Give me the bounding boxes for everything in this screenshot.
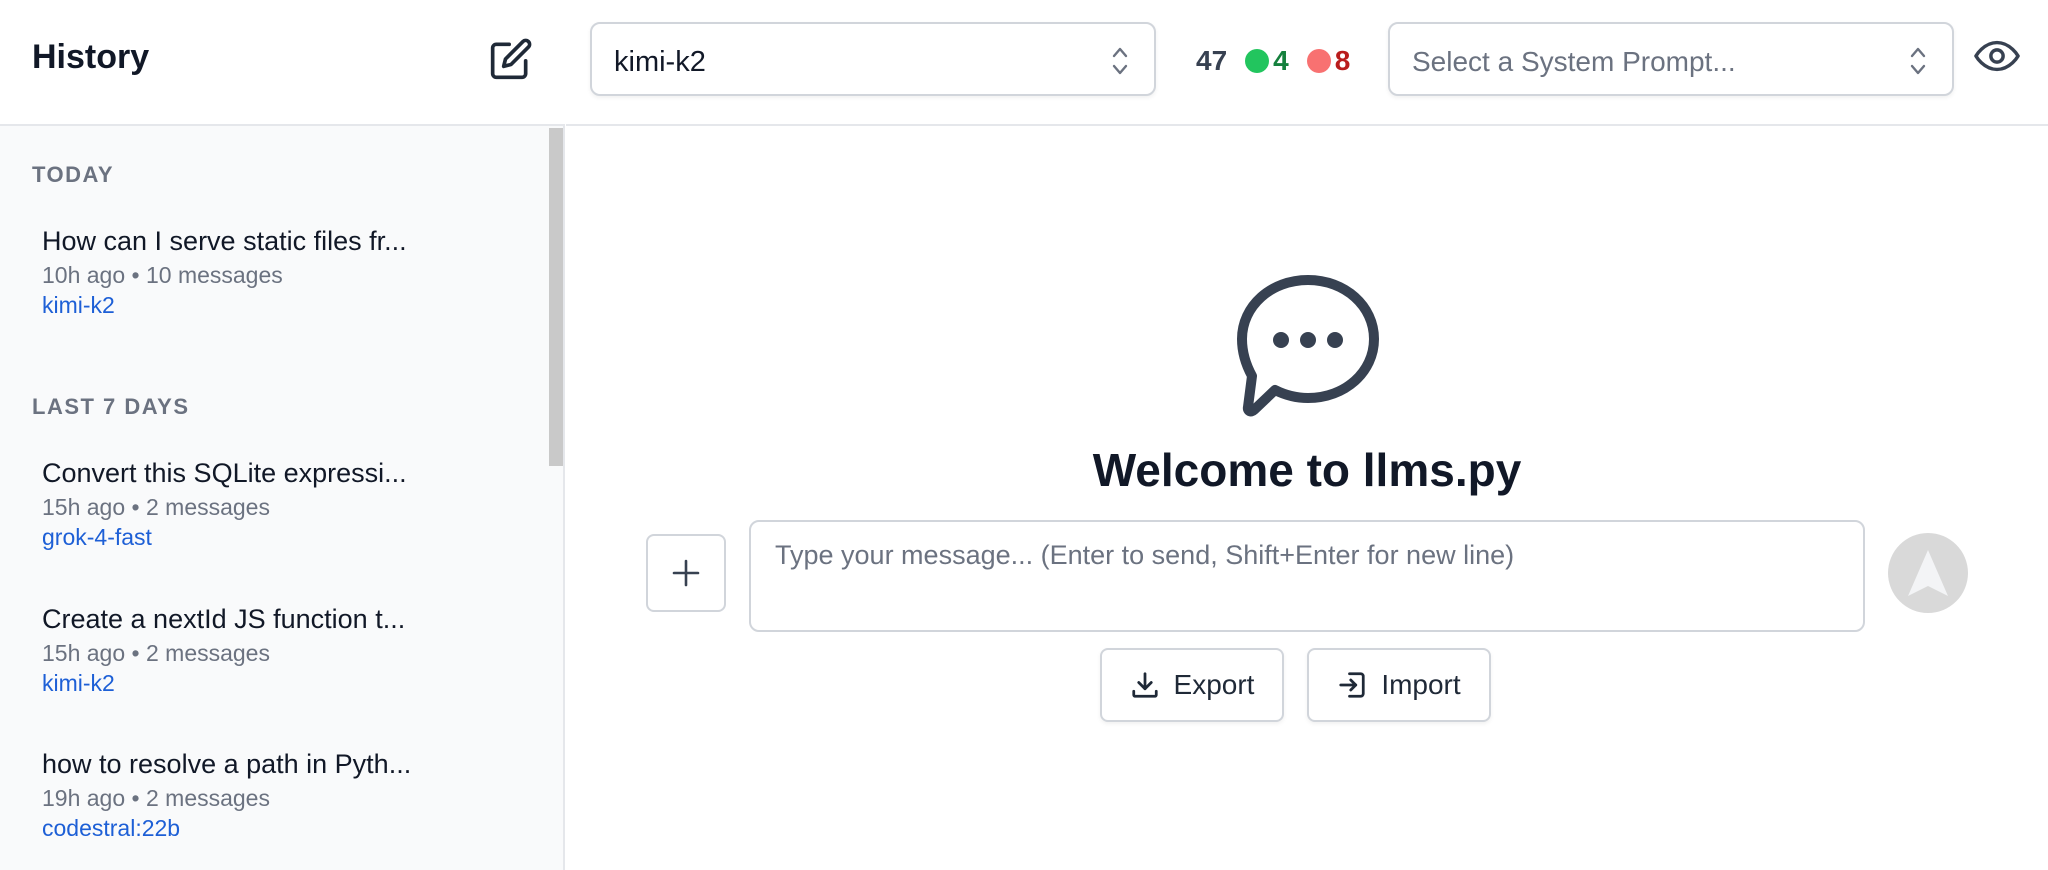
thread-list[interactable]: TODAY How can I serve static files fr...… (0, 128, 563, 870)
usage-stats: 47 4 8 (1196, 44, 1350, 78)
thread-title: Convert this SQLite expressi... (42, 458, 407, 488)
attach-button[interactable] (646, 534, 726, 612)
send-button[interactable] (1888, 533, 1968, 613)
thread-title: Create a nextId JS function t... (42, 604, 406, 634)
edit-icon (490, 38, 532, 80)
plus-icon (672, 559, 700, 587)
chat-bubble-icon (1237, 275, 1379, 417)
model-select-value: kimi-k2 (614, 46, 706, 78)
thread-meta: 10h ago • 10 messages (42, 262, 283, 288)
thread-title: How can I serve static files fr... (42, 226, 407, 256)
new-chat-button[interactable] (484, 32, 538, 86)
thread-model: kimi-k2 (42, 292, 115, 318)
welcome-heading: Welcome to llms.py (1092, 444, 1522, 496)
success-dot-icon (1245, 49, 1270, 73)
thread-title: how to resolve a path in Pyth... (42, 749, 412, 779)
import-button[interactable]: Import (1307, 648, 1491, 722)
thread-model: grok-4-fast (42, 524, 152, 550)
send-icon (1908, 550, 1948, 596)
error-count: 8 (1334, 45, 1351, 76)
thread-meta: 15h ago • 2 messages (42, 494, 270, 520)
import-label: Import (1381, 669, 1461, 700)
import-icon (1339, 672, 1365, 698)
error-dot-icon (1306, 49, 1331, 73)
export-label: Export (1173, 669, 1255, 700)
thread-item[interactable]: Convert this SQLite expressi... 15h ago … (18, 458, 538, 578)
message-input[interactable] (749, 520, 1865, 632)
thread-item[interactable]: Create a nextId JS function t... 15h ago… (18, 604, 538, 724)
thread-item[interactable]: how to resolve a path in Pyth... 19h ago… (18, 749, 538, 869)
system-prompt-select[interactable]: Select a System Prompt... (1388, 22, 1954, 96)
total-count: 47 (1196, 45, 1228, 76)
thread-item[interactable]: How can I serve static files fr... 10h a… (18, 226, 538, 346)
system-prompt-placeholder: Select a System Prompt... (1412, 46, 1736, 77)
top-bar: kimi-k2 47 4 8 Select a System Prompt... (566, 0, 2048, 126)
section-label-today: TODAY (32, 162, 115, 187)
export-button[interactable]: Export (1100, 648, 1284, 722)
thread-model: codestral:22b (42, 815, 181, 841)
thread-meta: 15h ago • 2 messages (42, 640, 270, 666)
history-sidebar: History TODAY How can I serve static fil… (0, 0, 565, 870)
model-select[interactable]: kimi-k2 (590, 22, 1156, 96)
chevron-up-down-icon (1112, 47, 1128, 75)
thread-meta: 19h ago • 2 messages (42, 785, 270, 811)
thread-model: kimi-k2 (42, 670, 115, 696)
success-count: 4 (1273, 45, 1289, 76)
eye-icon (1974, 40, 2020, 72)
sidebar-scrollbar[interactable] (549, 128, 563, 466)
toggle-visibility-button[interactable] (1974, 36, 2026, 78)
sidebar-title: History (32, 38, 150, 76)
section-label-last-7-days: LAST 7 DAYS (32, 394, 190, 419)
download-icon (1131, 672, 1158, 698)
sidebar-header: History (0, 0, 565, 126)
chevron-up-down-icon (1910, 47, 1926, 75)
